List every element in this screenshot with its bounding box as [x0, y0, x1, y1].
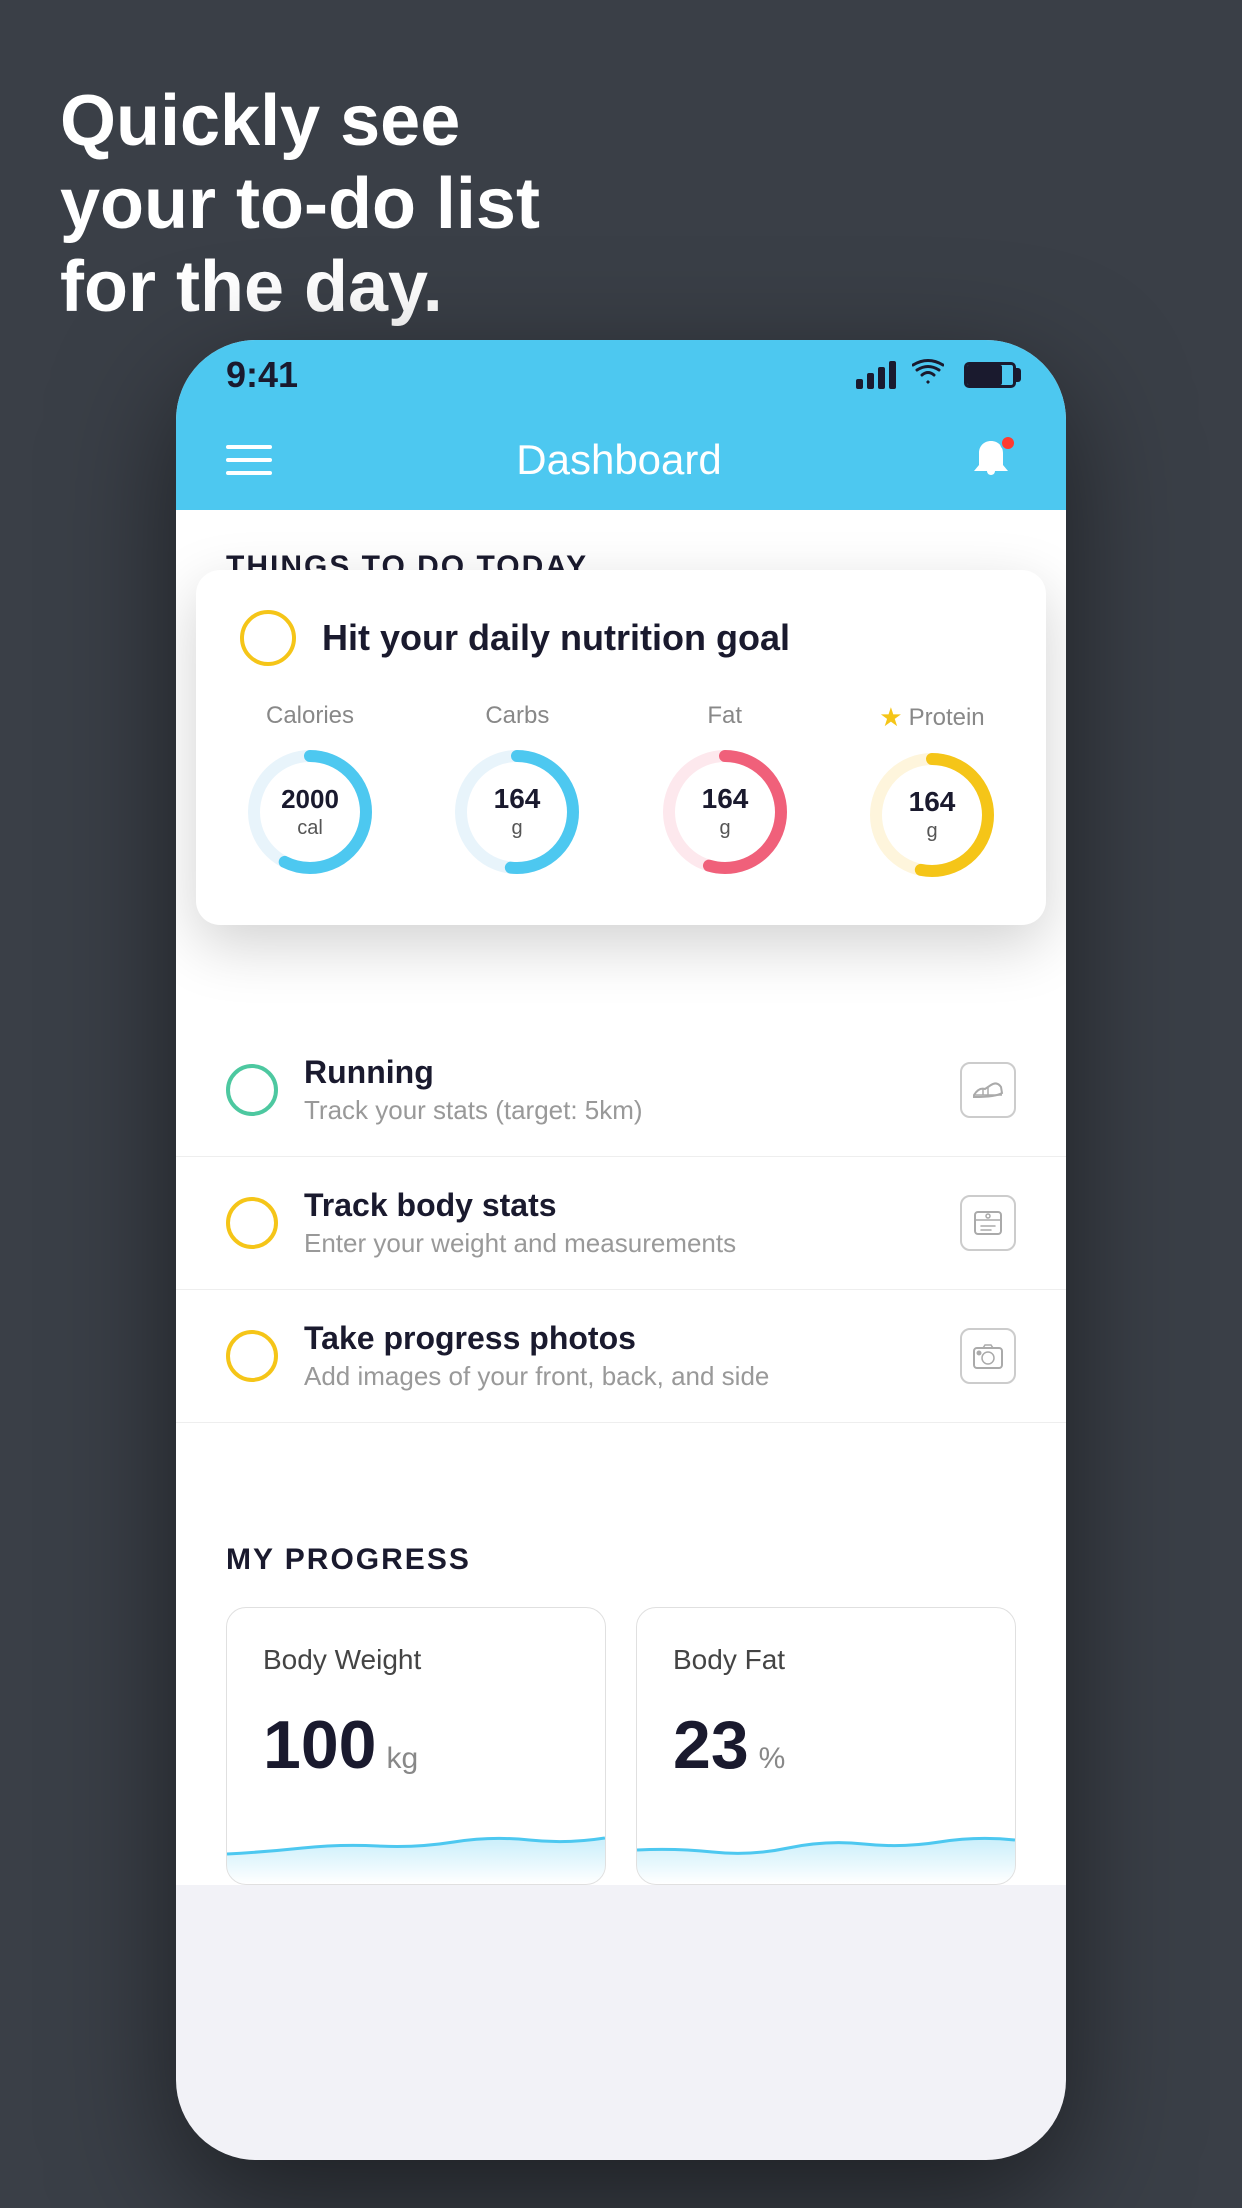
body-fat-value-container: 23 %	[673, 1706, 979, 1784]
body-stats-text: Track body stats Enter your weight and m…	[304, 1187, 940, 1259]
svg-text:2000: 2000	[281, 784, 339, 814]
calories-label: Calories	[266, 702, 354, 730]
app-content: THINGS TO DO TODAY Hit your daily nutrit…	[176, 510, 1066, 1885]
shoe-svg	[971, 1073, 1005, 1107]
hamburger-menu[interactable]	[226, 445, 272, 475]
svg-text:g: g	[512, 817, 523, 839]
notification-dot	[1000, 435, 1016, 451]
hero-title: Quickly see your to-do list for the day.	[60, 80, 540, 328]
carbs-label: Carbs	[485, 702, 549, 730]
star-icon: ★	[879, 702, 902, 733]
phone-frame: 9:41	[176, 340, 1066, 2160]
fat-label: Fat	[707, 702, 742, 730]
carbs-ring-svg: 164 g	[447, 742, 587, 882]
body-weight-title: Body Weight	[263, 1644, 569, 1676]
body-stats-title: Track body stats	[304, 1187, 940, 1224]
running-text: Running Track your stats (target: 5km)	[304, 1054, 940, 1126]
body-stats-checkbox[interactable]	[226, 1197, 278, 1249]
photos-text: Take progress photos Add images of your …	[304, 1320, 940, 1392]
spacer	[176, 1423, 1066, 1493]
signal-icon	[856, 361, 896, 389]
running-title: Running	[304, 1054, 940, 1091]
svg-text:cal: cal	[297, 817, 323, 839]
photo-icon	[960, 1328, 1016, 1384]
nutrition-checkbox[interactable]	[240, 610, 296, 666]
nav-title: Dashboard	[516, 436, 721, 484]
protein-label-container: ★ Protein	[879, 702, 984, 733]
body-fat-number: 23	[673, 1706, 749, 1784]
svg-text:164: 164	[494, 783, 541, 814]
shoe-icon	[960, 1062, 1016, 1118]
carbs-ring-item: Carbs 164 g	[447, 702, 587, 882]
my-progress-header: MY PROGRESS	[226, 1543, 1016, 1577]
running-checkbox[interactable]	[226, 1064, 278, 1116]
wifi-icon	[912, 358, 944, 393]
status-time: 9:41	[226, 354, 298, 396]
protein-label: Protein	[909, 704, 985, 732]
body-fat-title: Body Fat	[673, 1644, 979, 1676]
fat-ring-item: Fat 164 g	[655, 702, 795, 882]
todo-item-running[interactable]: Running Track your stats (target: 5km)	[176, 1024, 1066, 1157]
nutrition-rings: Calories 2000 cal Carbs	[240, 702, 1002, 885]
photo-svg	[971, 1339, 1005, 1373]
progress-section: MY PROGRESS Body Weight 100 kg	[176, 1493, 1066, 1885]
scale-icon	[960, 1195, 1016, 1251]
photos-title: Take progress photos	[304, 1320, 940, 1357]
body-fat-unit: %	[759, 1742, 786, 1776]
status-icons	[856, 358, 1016, 393]
nutrition-card: Hit your daily nutrition goal Calories 2…	[196, 570, 1046, 925]
photos-checkbox[interactable]	[226, 1330, 278, 1382]
body-fat-chart	[637, 1804, 1015, 1884]
svg-text:164: 164	[701, 783, 748, 814]
svg-text:164: 164	[909, 786, 956, 817]
body-stats-subtitle: Enter your weight and measurements	[304, 1228, 940, 1259]
svg-text:g: g	[926, 820, 937, 842]
nav-bar: Dashboard	[176, 410, 1066, 510]
body-weight-number: 100	[263, 1706, 376, 1784]
body-weight-chart	[227, 1804, 605, 1884]
nutrition-card-header: Hit your daily nutrition goal	[240, 610, 1002, 666]
battery-icon	[964, 362, 1016, 388]
running-subtitle: Track your stats (target: 5km)	[304, 1095, 940, 1126]
body-fat-card: Body Fat 23 %	[636, 1607, 1016, 1885]
todo-item-body-stats[interactable]: Track body stats Enter your weight and m…	[176, 1157, 1066, 1290]
scale-svg	[971, 1206, 1005, 1240]
phone-mockup: 9:41	[176, 340, 1066, 2160]
protein-ring-item: ★ Protein 164 g	[862, 702, 1002, 885]
calories-ring-item: Calories 2000 cal	[240, 702, 380, 882]
fat-ring-svg: 164 g	[655, 742, 795, 882]
calories-ring-svg: 2000 cal	[240, 742, 380, 882]
status-bar: 9:41	[176, 340, 1066, 410]
nutrition-card-title: Hit your daily nutrition goal	[322, 617, 790, 659]
todo-item-photos[interactable]: Take progress photos Add images of your …	[176, 1290, 1066, 1423]
photos-subtitle: Add images of your front, back, and side	[304, 1361, 940, 1392]
svg-text:g: g	[719, 817, 730, 839]
protein-ring-svg: 164 g	[862, 745, 1002, 885]
bell-icon[interactable]	[966, 435, 1016, 485]
body-weight-card: Body Weight 100 kg	[226, 1607, 606, 1885]
body-weight-value-container: 100 kg	[263, 1706, 569, 1784]
progress-cards: Body Weight 100 kg	[226, 1607, 1016, 1885]
body-weight-unit: kg	[386, 1742, 418, 1776]
